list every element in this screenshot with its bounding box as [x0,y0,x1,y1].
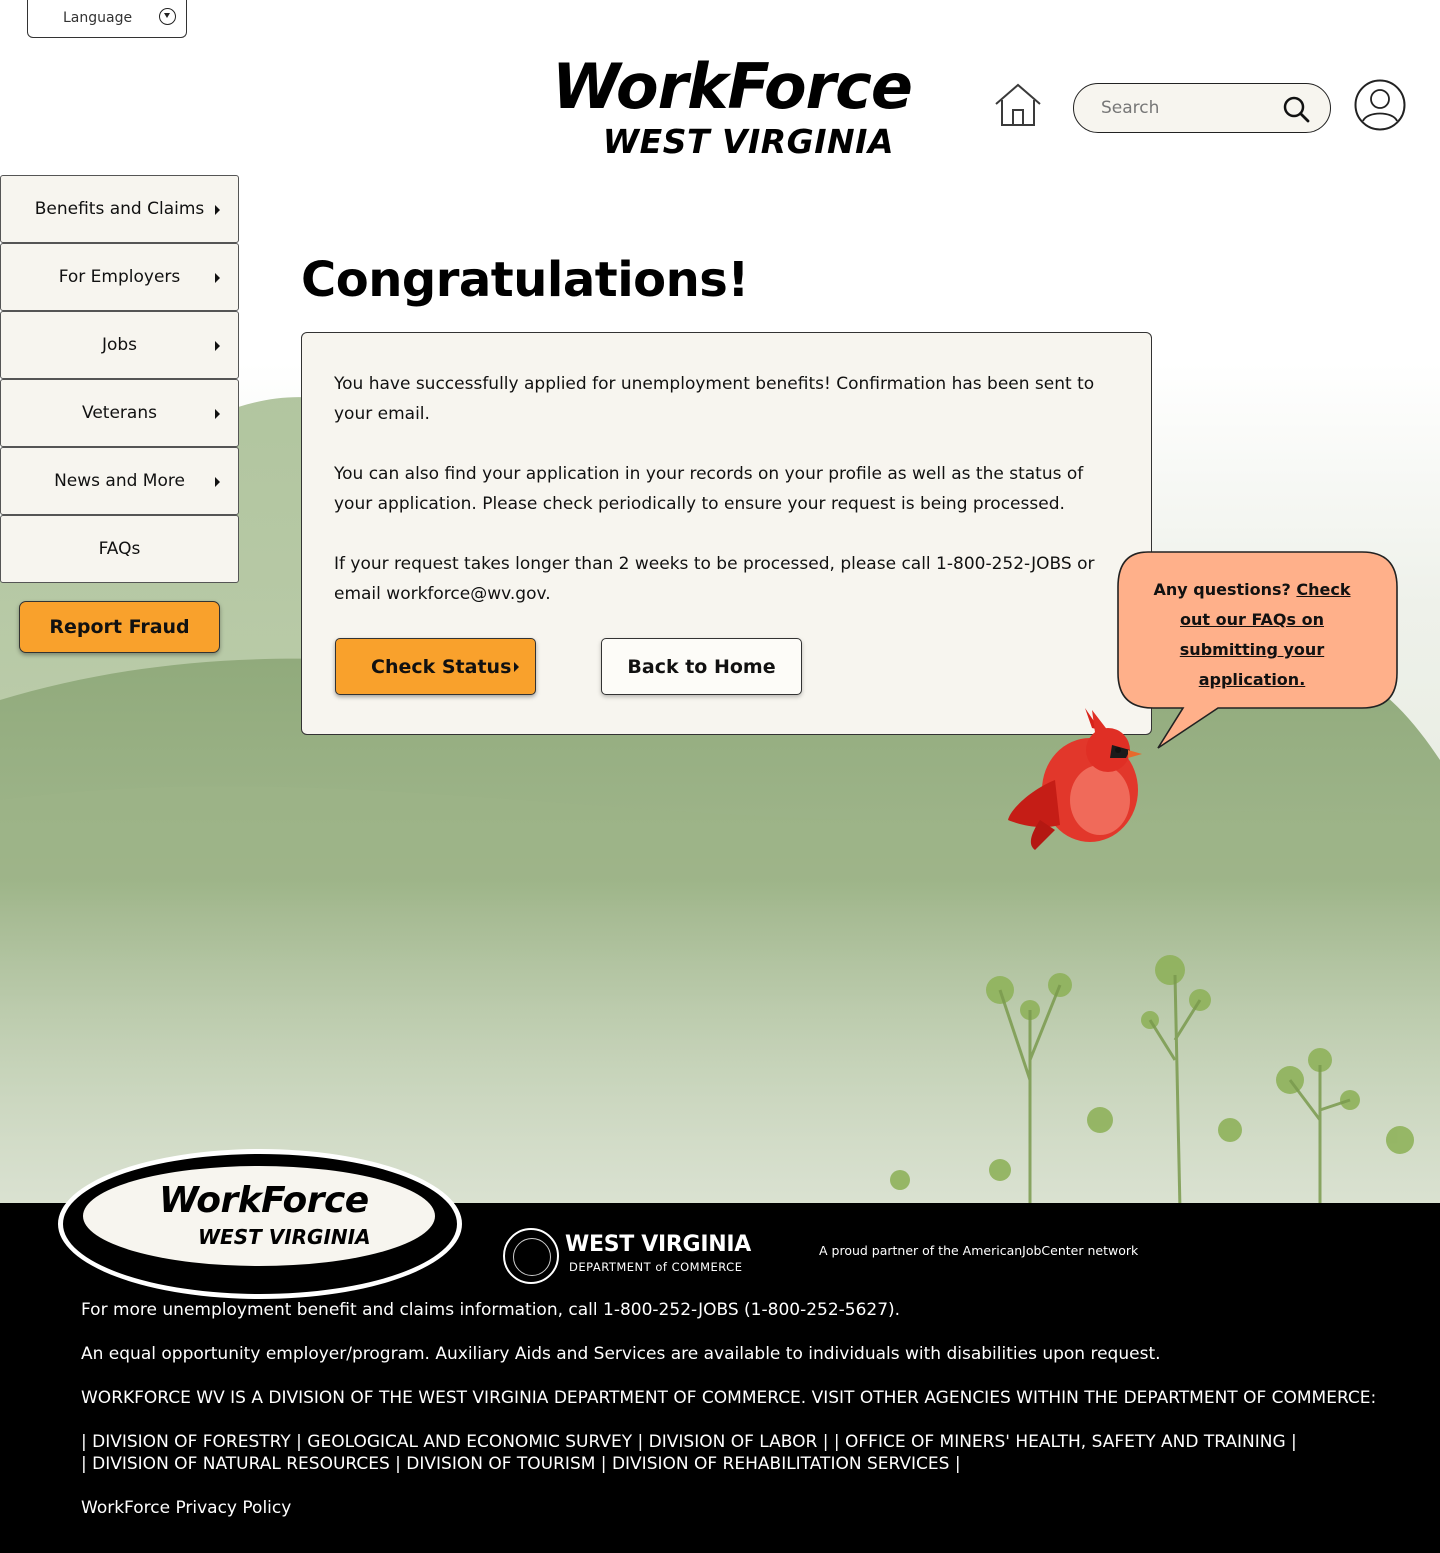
check-status-button[interactable]: Check Status [335,638,536,695]
american-job-center-logo[interactable]: A proud partner of the AmericanJobCenter… [819,1243,1138,1258]
report-fraud-button[interactable]: Report Fraud [19,601,220,653]
language-selector[interactable]: Language [27,0,187,38]
report-fraud-label: Report Fraud [49,616,190,638]
footer-eeo-statement: An equal opportunity employer/program. A… [81,1344,1161,1364]
logo-line1: WorkForce [552,50,913,123]
records-message: You can also find your application in yo… [334,464,1084,514]
caret-right-icon [215,477,220,487]
sidebar-item-benefits-and-claims[interactable]: Benefits and Claims [0,175,239,243]
sidebar-item-label: FAQs [98,539,141,559]
sidebar-item-label: Benefits and Claims [34,199,205,219]
home-icon[interactable] [993,82,1043,128]
footer-division-statement: WORKFORCE WV IS A DIVISION OF THE WEST V… [81,1388,1377,1408]
bubble-text: Any questions? Check out our FAQs on sub… [1140,575,1364,695]
confirmation-card: You have successfully applied for unempl… [301,332,1152,735]
footer-agency-links-2[interactable]: | DIVISION OF NATURAL RESOURCES | DIVISI… [81,1453,961,1475]
profile-icon[interactable] [1354,79,1406,131]
sidebar-item-jobs[interactable]: Jobs [0,311,239,379]
wv-commerce-title: WEST VIRGINIA [565,1232,751,1257]
footer-logo-line1: WorkForce [159,1180,369,1221]
caret-right-icon [215,341,220,351]
logo-line2: WEST VIRGINIA [602,122,894,161]
confirmation-message: You have successfully applied for unempl… [334,374,1095,424]
sidebar-item-for-employers[interactable]: For Employers [0,243,239,311]
state-seal-icon [503,1228,559,1284]
footer-workforce-logo[interactable]: WorkForce WEST VIRGINIA [83,1166,435,1266]
footer-claims-info: For more unemployment benefit and claims… [81,1300,901,1320]
sidebar-item-label: News and More [54,471,185,491]
caret-right-icon [215,273,220,283]
privacy-policy-link[interactable]: WorkForce Privacy Policy [81,1497,291,1519]
sidebar-item-veterans[interactable]: Veterans [0,379,239,447]
sidebar-item-label: For Employers [58,267,181,287]
caret-right-icon [215,205,220,215]
back-to-home-label: Back to Home [627,655,776,678]
search-input[interactable] [1101,98,1271,118]
sidebar-item-label: Veterans [82,403,157,423]
wv-commerce-subtitle: DEPARTMENT of COMMERCE [569,1260,743,1274]
caret-right-icon [514,662,519,672]
bubble-prefix: Any questions? [1153,580,1291,599]
language-label: Language [63,9,133,26]
sidebar-item-faqs[interactable]: FAQs [0,515,239,583]
sidebar-item-label: Jobs [101,335,138,355]
sidebar-item-news-and-more[interactable]: News and More [0,447,239,515]
sidebar-nav: Benefits and Claims For Employers Jobs V… [0,175,239,583]
caret-right-icon [215,409,220,419]
wv-commerce-logo[interactable]: WEST VIRGINIA DEPARTMENT of COMMERCE [503,1228,753,1284]
workforce-logo[interactable]: WorkForce WEST VIRGINIA [550,50,913,165]
search-box[interactable] [1073,83,1331,133]
back-to-home-button[interactable]: Back to Home [601,638,802,695]
check-status-label: Check Status [371,655,512,678]
search-icon[interactable] [1282,95,1310,123]
cardinal-mascot-icon [1008,708,1142,850]
contact-message: If your request takes longer than 2 week… [334,554,1095,604]
page-title: Congratulations! [301,252,749,308]
chevron-down-icon [159,8,176,25]
footer-logo-line2: WEST VIRGINIA [198,1225,371,1249]
footer-agency-links-1[interactable]: | DIVISION OF FORESTRY | GEOLOGICAL AND … [81,1431,1297,1453]
